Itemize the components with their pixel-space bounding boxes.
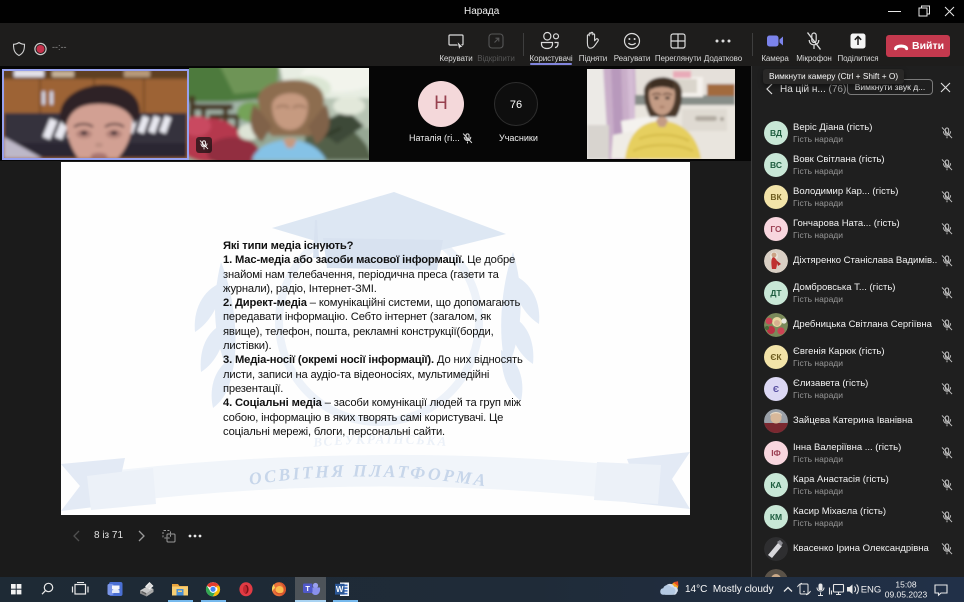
svg-text:15:08: 15:08 [895, 580, 917, 590]
svg-text:09.05.2023: 09.05.2023 [885, 590, 928, 600]
svg-text:W: W [336, 585, 344, 594]
svg-text:T: T [305, 584, 310, 593]
svg-text:ENG: ENG [861, 585, 882, 596]
